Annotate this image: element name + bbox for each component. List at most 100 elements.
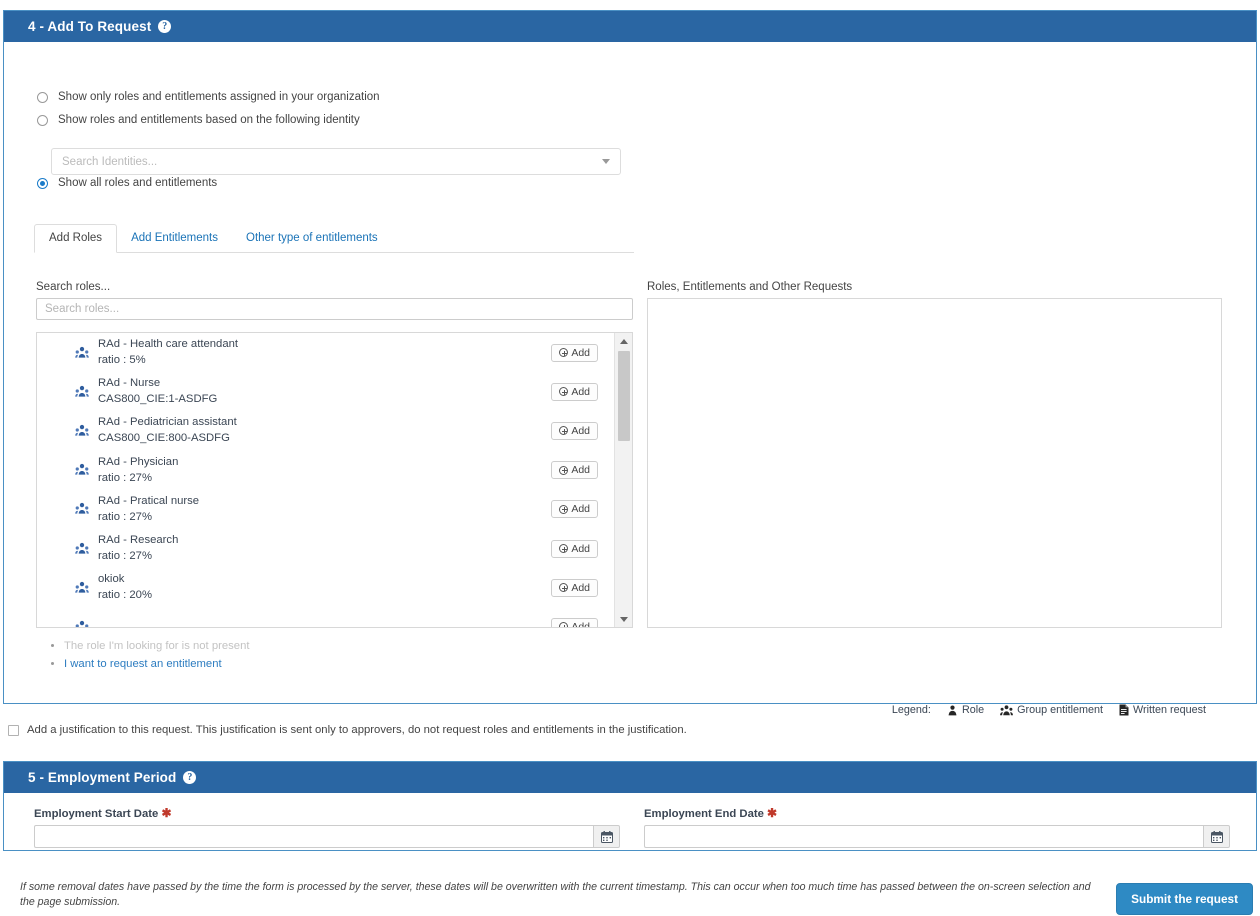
add-role-button[interactable]: Add [551,617,598,627]
role-list-item[interactable]: Add [37,607,615,627]
add-role-button-label: Add [571,385,590,398]
scroll-down-arrow-icon[interactable] [615,611,632,627]
role-item-detail: ratio : 20% [98,589,153,602]
identity-search-placeholder: Search Identities... [62,155,158,168]
search-roles-input[interactable] [36,298,633,320]
section5-header: 5 - Employment Period ? [4,762,1256,793]
role-item-text: RAd - Pediatrician assistant CAS800_CIE:8… [98,416,551,445]
calendar-icon[interactable] [593,825,620,848]
plus-circle-icon [559,348,569,358]
helper-link-role-not-present-label: The role I'm looking for is not present [64,640,250,652]
employment-end-date-input[interactable] [644,825,1203,848]
identity-search-select[interactable]: Search Identities... [51,148,621,175]
role-list-item[interactable]: RAd - Research ratio : 27% Add [37,529,615,568]
required-marker: ✱ [767,806,778,820]
submit-request-button[interactable]: Submit the request [1116,883,1253,915]
legend-item-role-label: Role [961,704,985,716]
role-list-item[interactable]: RAd - Nurse CAS800_CIE:1-ASDFG Add [37,372,615,411]
role-person-icon [947,705,958,716]
role-list-item[interactable]: RAd - Pratical nurse ratio : 27% Add [37,490,615,529]
role-item-text: RAd - Physician ratio : 27% [98,456,551,485]
scope-option-identity[interactable]: Show roles and entitlements based on the… [4,114,360,126]
add-role-button-label: Add [571,503,590,516]
legend: Legend: Role Group entitlement Written r… [892,704,1206,716]
scope-option-all-label: Show all roles and entitlements [58,177,218,189]
radio-all[interactable] [37,177,48,189]
role-item-name: RAd - Pratical nurse [98,494,200,507]
scope-option-organization-label: Show only roles and entitlements assigne… [58,91,380,103]
role-item-name: RAd - Research [98,534,179,547]
add-role-button-label: Add [571,620,590,627]
employment-start-date-input[interactable] [34,825,593,848]
footer-note: If some removal dates have passed by the… [20,881,1091,908]
section4-body: Show only roles and entitlements assigne… [4,42,1256,734]
role-item-name: RAd - Nurse [98,377,161,390]
helper-link-role-not-present[interactable]: The role I'm looking for is not present [64,640,250,652]
add-role-button[interactable]: Add [551,382,598,401]
employment-end-date-label-text: Employment End Date [644,808,764,820]
employment-start-date-input-group [34,825,620,848]
employment-end-date-field: Employment End Date ✱ [644,806,1230,848]
legend-item-written-request: Written request [1119,704,1206,716]
add-role-button[interactable]: Add [551,539,598,558]
employment-start-date-field: Employment Start Date ✱ [34,806,620,848]
help-circle-icon[interactable]: ? [183,771,197,784]
calendar-icon[interactable] [1203,825,1230,848]
radio-organization[interactable] [37,91,48,103]
scroll-up-arrow-icon[interactable] [615,333,632,349]
employment-period-panel: 5 - Employment Period ? Employment Start… [3,761,1257,851]
group-entitlement-icon [75,423,89,439]
add-role-button-label: Add [571,542,590,555]
section4-header: 4 - Add To Request ? [4,11,1256,42]
employment-end-date-label: Employment End Date ✱ [644,806,1230,820]
radio-identity[interactable] [37,114,48,126]
tab-add-entitlements[interactable]: Add Entitlements [117,225,232,252]
role-item-text: RAd - Pratical nurse ratio : 27% [98,495,551,524]
role-item-name: RAd - Physician [98,455,179,468]
helper-link-request-entitlement[interactable]: I want to request an entitlement [64,658,250,670]
helper-links: The role I'm looking for is not present … [49,640,250,676]
add-role-button[interactable]: Add [551,421,598,440]
group-entitlement-icon [75,619,89,627]
add-role-button-label: Add [571,464,590,477]
scope-option-all[interactable]: Show all roles and entitlements [4,177,217,189]
employment-end-date-input-group [644,825,1230,848]
legend-item-group-entitlement-label: Group entitlement [1017,704,1103,716]
role-item-detail: ratio : 27% [98,510,153,523]
justification-row[interactable]: Add a justification to this request. Thi… [8,724,687,736]
scope-option-organization[interactable]: Show only roles and entitlements assigne… [4,91,380,103]
chevron-down-icon[interactable] [602,159,610,164]
add-role-button[interactable]: Add [551,343,598,362]
role-item-name: okiok [98,573,125,586]
role-list-item[interactable]: RAd - Physician ratio : 27% Add [37,451,615,490]
role-item-text: RAd - Research ratio : 27% [98,534,551,563]
role-list-item[interactable]: RAd - Pediatrician assistant CAS800_CIE:8… [37,411,615,450]
justification-checkbox[interactable] [8,724,19,736]
roles-list-viewport: RAd - Health care attendant ratio : 5% Add… [37,333,615,627]
role-item-detail: ratio : 27% [98,550,153,563]
helper-link-request-entitlement-label: I want to request an entitlement [64,658,222,670]
legend-item-role: Role [947,704,984,716]
role-item-text: okiok ratio : 20% [98,573,551,602]
roles-list-scrollbar[interactable] [614,333,632,627]
add-to-request-panel: 4 - Add To Request ? Show only roles and… [3,10,1257,716]
group-entitlement-icon [75,541,89,557]
help-circle-icon[interactable]: ? [158,20,172,33]
basket-label: Roles, Entitlements and Other Requests [647,281,853,293]
plus-circle-icon [559,426,569,436]
tab-add-roles[interactable]: Add Roles [34,224,118,253]
tab-other-type-of-entitlements[interactable]: Other type of entitlements [232,225,392,252]
required-marker: ✱ [161,806,172,820]
legend-title: Legend: [891,704,931,716]
selected-items-basket[interactable] [647,298,1222,628]
role-list-item[interactable]: RAd - Health care attendant ratio : 5% Add [37,333,615,372]
add-role-button[interactable]: Add [551,578,598,597]
scrollbar-thumb[interactable] [618,351,630,441]
group-entitlement-icon [75,580,89,596]
group-entitlement-icon [1000,704,1014,716]
role-item-detail: ratio : 5% [98,354,146,367]
justification-label: Add a justification to this request. Thi… [27,724,687,736]
role-list-item[interactable]: okiok ratio : 20% Add [37,568,615,607]
add-role-button[interactable]: Add [551,500,598,519]
add-role-button[interactable]: Add [551,461,598,480]
